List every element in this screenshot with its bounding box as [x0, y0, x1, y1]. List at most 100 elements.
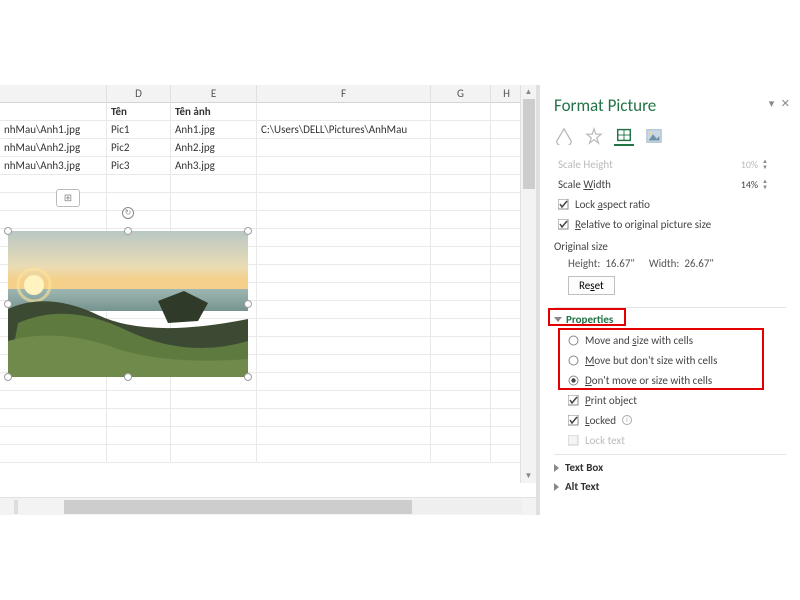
resize-handle[interactable] — [4, 300, 12, 308]
scroll-up-icon[interactable]: ▲ — [521, 85, 536, 99]
scale-height-row: Scale Height 10%▲▼ — [554, 154, 786, 174]
col-header-f[interactable]: F — [257, 85, 431, 103]
resize-handle[interactable] — [244, 373, 252, 381]
reset-button[interactable]: Reset — [568, 276, 615, 295]
properties-section-toggle[interactable]: Properties — [554, 313, 613, 326]
col-header-h[interactable]: H — [491, 85, 523, 103]
cell[interactable]: Anh3.jpg — [171, 157, 257, 174]
cell[interactable] — [491, 157, 523, 174]
resize-handle[interactable] — [244, 300, 252, 308]
width-label: Width: — [649, 257, 680, 270]
height-value: 16.67" — [605, 257, 635, 270]
cell[interactable]: Pic3 — [107, 157, 171, 174]
original-size-values: Height: 16.67" Width: 26.67" — [568, 257, 786, 270]
col-header-e[interactable]: E — [171, 85, 257, 103]
resize-handle[interactable] — [4, 227, 12, 235]
horizontal-scrollbar[interactable] — [0, 497, 536, 515]
cell-header-ten[interactable]: Tên — [107, 103, 171, 120]
col-header-g[interactable]: G — [431, 85, 491, 103]
rotate-handle[interactable]: ↻ — [122, 207, 134, 219]
cell[interactable] — [431, 139, 491, 156]
cell[interactable] — [431, 121, 491, 138]
scroll-down-icon[interactable]: ▼ — [521, 469, 536, 483]
col-header-d[interactable]: D — [107, 85, 171, 103]
cell[interactable]: Anh1.jpg — [171, 121, 257, 138]
relative-row[interactable]: Relative to original picture size — [554, 214, 786, 234]
alt-text-label: Alt Text — [565, 480, 599, 493]
col-header-blank[interactable] — [0, 85, 107, 103]
lock-aspect-label: Lock aspect ratio — [575, 198, 650, 211]
table-row — [0, 409, 536, 427]
vertical-scrollbar[interactable]: ▲ ▼ — [520, 85, 536, 483]
radio-label: Don't move or size with cells — [585, 374, 712, 387]
effects-tab-icon[interactable] — [584, 126, 604, 146]
hscroll-track[interactable] — [64, 500, 522, 514]
move-size-option[interactable]: Move and size with cells — [554, 330, 786, 350]
checkbox-checked-icon[interactable] — [568, 395, 579, 406]
cell[interactable] — [431, 103, 491, 120]
spin-down-icon[interactable]: ▼ — [762, 164, 768, 170]
resize-handle[interactable] — [124, 227, 132, 235]
sheet-tab-separator — [14, 500, 18, 514]
picture-tab-icon[interactable] — [644, 126, 664, 146]
cell[interactable] — [431, 157, 491, 174]
hscroll-thumb[interactable] — [64, 500, 412, 514]
spin-down-icon[interactable]: ▼ — [762, 184, 768, 190]
checkbox-disabled-icon — [568, 435, 579, 446]
fill-line-tab-icon[interactable] — [554, 126, 574, 146]
table-row: nhMau\Anh1.jpg Pic1 Anh1.jpg C:\Users\DE… — [0, 121, 536, 139]
scale-width-label: Scale Width — [558, 178, 611, 191]
cell[interactable]: nhMau\Anh2.jpg — [0, 139, 107, 156]
cell[interactable]: nhMau\Anh3.jpg — [0, 157, 107, 174]
layout-options-icon[interactable]: ⊞ — [56, 189, 80, 207]
radio-label: Move and size with cells — [585, 334, 693, 347]
print-object-row[interactable]: Print object — [554, 390, 786, 410]
cell[interactable]: nhMau\Anh1.jpg — [0, 121, 107, 138]
cell[interactable]: Pic1 — [107, 121, 171, 138]
cell[interactable] — [491, 103, 523, 120]
cell-header-ten-anh[interactable]: Tên ảnh — [171, 103, 257, 120]
locked-row[interactable]: Locked i — [554, 410, 786, 430]
cell[interactable]: Pic2 — [107, 139, 171, 156]
locked-label: Locked — [585, 414, 616, 427]
cell[interactable] — [491, 139, 523, 156]
height-label: Height: — [568, 257, 600, 270]
width-value: 26.67" — [684, 257, 714, 270]
radio-unchecked-icon[interactable] — [568, 335, 579, 346]
cell[interactable] — [257, 157, 431, 174]
checkbox-checked-icon[interactable] — [558, 199, 569, 210]
radio-checked-icon[interactable] — [568, 375, 579, 386]
scale-width-value[interactable]: 14% — [728, 178, 758, 191]
resize-handle[interactable] — [244, 227, 252, 235]
radio-unchecked-icon[interactable] — [568, 355, 579, 366]
pane-menu-icon[interactable]: ▾ — [769, 97, 775, 110]
selected-picture[interactable]: ↻ — [8, 231, 248, 377]
resize-handle[interactable] — [4, 373, 12, 381]
cell[interactable] — [257, 103, 431, 120]
resize-handle[interactable] — [124, 373, 132, 381]
table-row — [0, 445, 536, 463]
size-properties-tab-icon[interactable] — [614, 126, 634, 146]
original-size-label: Original size — [554, 240, 786, 253]
cell[interactable]: C:\Users\DELL\Pictures\AnhMau — [257, 121, 431, 138]
info-icon[interactable]: i — [622, 415, 632, 425]
worksheet-frame: D E F G H Tên Tên ảnh nhMau\Anh1.jpg Pic… — [0, 85, 800, 515]
cell[interactable]: Anh2.jpg — [171, 139, 257, 156]
collapse-icon — [554, 464, 559, 472]
text-box-section-toggle[interactable]: Text Box — [554, 461, 786, 474]
collapse-icon — [554, 483, 559, 491]
scrollbar-thumb[interactable] — [523, 99, 535, 189]
dont-move-size-option[interactable]: Don't move or size with cells — [554, 370, 786, 390]
pane-close-icon[interactable]: ✕ — [781, 97, 790, 110]
move-no-size-option[interactable]: Move but don't size with cells — [554, 350, 786, 370]
scale-height-value[interactable]: 10% — [728, 158, 758, 171]
cell[interactable] — [257, 139, 431, 156]
lock-aspect-row[interactable]: Lock aspect ratio — [554, 194, 786, 214]
alt-text-section-toggle[interactable]: Alt Text — [554, 480, 786, 493]
checkbox-checked-icon[interactable] — [568, 415, 579, 426]
cell[interactable] — [491, 121, 523, 138]
lock-text-label: Lock text — [585, 434, 625, 447]
table-row — [0, 427, 536, 445]
cell[interactable] — [0, 103, 107, 120]
checkbox-checked-icon[interactable] — [558, 219, 569, 230]
